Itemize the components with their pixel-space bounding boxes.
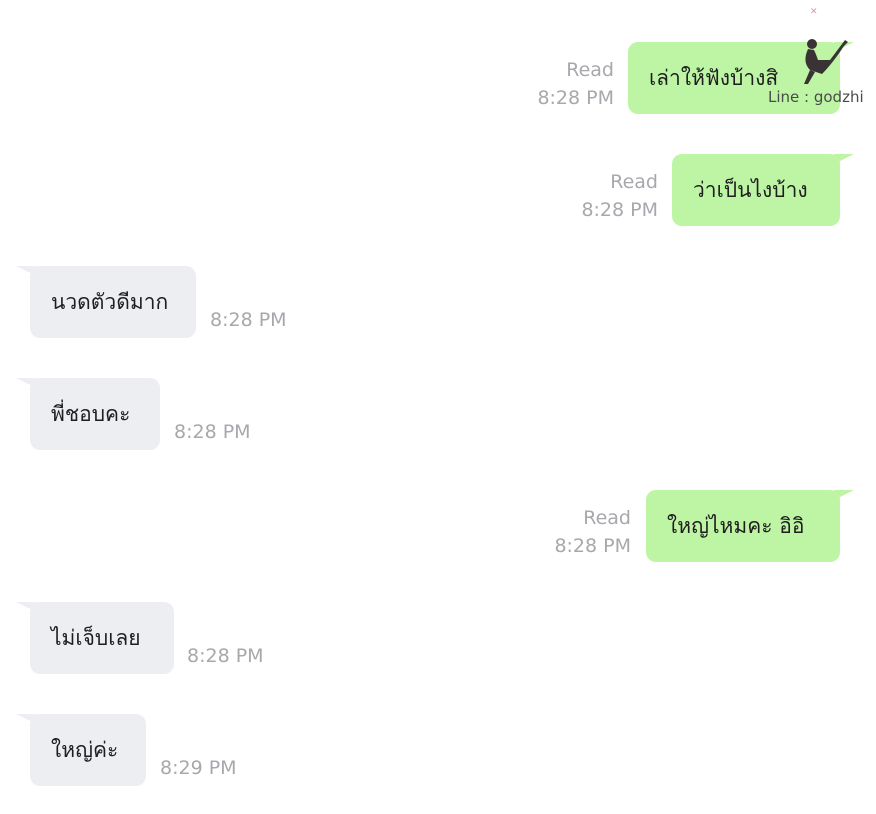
- message-text: นวดตัวดีมาก: [51, 289, 169, 314]
- message-bubble-outgoing[interactable]: ว่าเป็นไงบ้าง: [672, 154, 854, 226]
- message-bubble-incoming[interactable]: ไม่เจ็บเลย: [16, 602, 174, 674]
- message-text: พี่ชอบคะ: [51, 401, 131, 426]
- message-row-outgoing: Read 8:28 PM ใหญ่ไหมคะ อิอิ: [0, 490, 876, 562]
- message-time: 8:28 PM: [187, 645, 264, 667]
- message-bubble-incoming[interactable]: พี่ชอบคะ: [16, 378, 160, 450]
- message-time: 8:28 PM: [174, 421, 251, 443]
- figure-silhouette-icon: [804, 39, 848, 84]
- read-status: Read: [610, 171, 658, 193]
- message-time: 8:28 PM: [554, 535, 631, 557]
- message-time: 8:29 PM: [160, 757, 237, 779]
- message-bubble-incoming[interactable]: นวดตัวดีมาก: [16, 266, 196, 338]
- moon-crescent-icon: [783, 12, 852, 95]
- message-time: 8:28 PM: [537, 87, 614, 109]
- message-row-outgoing: Read 8:28 PM ว่าเป็นไงบ้าง: [0, 154, 876, 226]
- message-text: ไม่เจ็บเลย: [51, 625, 141, 650]
- chat-thread: Read 8:28 PM เล่าให้ฟังบ้างสิ Read 8:28 …: [0, 0, 876, 814]
- message-bubble-incoming[interactable]: ใหญ่ค่ะ: [16, 714, 146, 786]
- message-meta: Read 8:28 PM: [581, 168, 658, 224]
- message-time: 8:28 PM: [581, 199, 658, 221]
- message-text: ว่าเป็นไงบ้าง: [693, 177, 808, 202]
- message-meta: Read 8:28 PM: [554, 504, 631, 560]
- svg-text:✕: ✕: [810, 7, 818, 17]
- read-status: Read: [583, 507, 631, 529]
- message-text: ใหญ่ไหมคะ อิอิ: [667, 513, 805, 538]
- message-row-incoming: ใหญ่ค่ะ 8:29 PM: [0, 714, 876, 786]
- message-meta: Read 8:28 PM: [537, 56, 614, 112]
- message-text: ใหญ่ค่ะ: [51, 737, 119, 762]
- message-row-incoming: ไม่เจ็บเลย 8:28 PM: [0, 602, 876, 674]
- watermark-text: Line : godzhi: [768, 88, 864, 106]
- message-row-outgoing: Read 8:28 PM เล่าให้ฟังบ้างสิ: [0, 42, 876, 114]
- message-bubble-outgoing[interactable]: ใหญ่ไหมคะ อิอิ: [646, 490, 854, 562]
- message-row-incoming: พี่ชอบคะ 8:28 PM: [0, 378, 876, 450]
- message-time: 8:28 PM: [210, 309, 287, 331]
- read-status: Read: [566, 59, 614, 81]
- message-row-incoming: นวดตัวดีมาก 8:28 PM: [0, 266, 876, 338]
